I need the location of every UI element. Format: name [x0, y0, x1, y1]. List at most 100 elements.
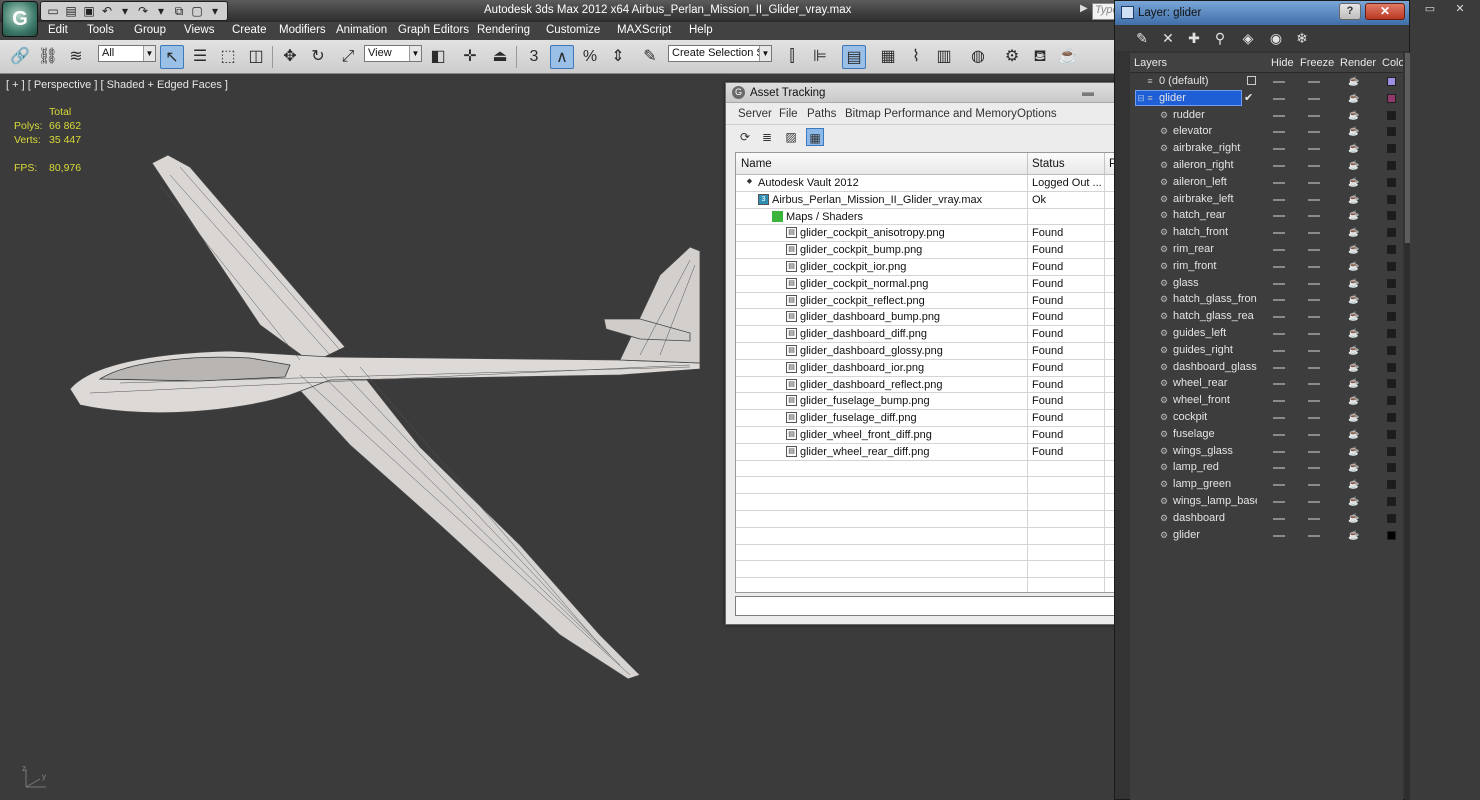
render-teapot-icon[interactable]: ☕ [1348, 244, 1359, 254]
layer-row[interactable]: ⚙ lamp_red ☕ [1130, 459, 1403, 476]
select-and-scale-icon[interactable]: ⤢ [336, 45, 360, 69]
asset-row[interactable]: ◆ Autodesk Vault 2012 Logged Out ... [736, 175, 1116, 192]
layer-row[interactable]: ⚙ airbrake_right ☕ [1130, 140, 1403, 157]
layer-color-swatch[interactable] [1387, 177, 1396, 187]
undo-dropdown-icon[interactable]: ▾ [117, 3, 133, 19]
layer-row[interactable]: ⚙ hatch_glass_rea ☕ [1130, 308, 1403, 325]
asset-row[interactable]: ▤ glider_cockpit_reflect.png Found [736, 292, 1116, 310]
asset-tracking-titlebar[interactable]: G Asset Tracking ▬ [726, 83, 1116, 103]
menu-item-graph-editors[interactable]: Graph Editors [398, 24, 469, 36]
hide-toggle[interactable] [1273, 433, 1285, 436]
hide-toggle[interactable] [1273, 534, 1285, 537]
asset-row[interactable]: ▤ glider_dashboard_bump.png Found [736, 309, 1116, 327]
layer-row[interactable]: ⚙ airbrake_left ☕ [1130, 191, 1403, 208]
asset-menu-server[interactable]: Server [738, 108, 772, 120]
menu-item-maxscript[interactable]: MAXScript [617, 24, 671, 36]
asset-path-field[interactable] [735, 596, 1116, 616]
layer-color-swatch[interactable] [1387, 429, 1396, 439]
asset-row[interactable]: ▤ glider_cockpit_anisotropy.png Found [736, 225, 1116, 243]
viewport-label-menu[interactable]: [ + ] [ Perspective ] [ Shaded + Edged F… [6, 79, 228, 91]
hide-toggle[interactable] [1273, 282, 1285, 285]
hide-toggle[interactable] [1273, 81, 1285, 83]
select-object-icon[interactable]: ↖ [160, 45, 184, 69]
thumbnail-view-icon[interactable]: ▨ [782, 128, 800, 146]
asset-row[interactable]: ▤ glider_dashboard_diff.png Found [736, 326, 1116, 344]
layer-color-swatch[interactable] [1387, 295, 1396, 305]
layer-row[interactable]: ⚙ wheel_rear ☕ [1130, 375, 1403, 392]
layer-color-swatch[interactable] [1387, 480, 1396, 490]
menu-item-edit[interactable]: Edit [48, 24, 68, 36]
freeze-toggle[interactable] [1308, 517, 1320, 520]
freeze-toggle[interactable] [1308, 433, 1320, 436]
hide-toggle[interactable] [1273, 131, 1285, 134]
column-hide-header[interactable]: Hide [1271, 57, 1294, 69]
rendered-frame-window-icon[interactable]: ⛾ [1028, 45, 1052, 69]
layer-color-swatch[interactable] [1387, 412, 1396, 422]
render-teapot-icon[interactable]: ☕ [1348, 143, 1359, 153]
customize-dropdown-icon[interactable]: ▾ [207, 3, 223, 19]
table-view-icon[interactable]: ▦ [806, 128, 824, 146]
asset-row[interactable]: ▤ glider_fuselage_diff.png Found [736, 410, 1116, 428]
column-layers-header[interactable]: Layers [1134, 57, 1167, 69]
layer-row[interactable]: ⚙ cockpit ☕ [1130, 409, 1403, 426]
asset-menu-options[interactable]: Options [1017, 108, 1057, 120]
hide-toggle[interactable] [1273, 97, 1285, 100]
render-teapot-icon[interactable]: ☕ [1348, 210, 1359, 220]
asset-row[interactable]: Maps / Shaders [736, 208, 1116, 226]
asset-row[interactable]: ▤ glider_wheel_rear_diff.png Found [736, 443, 1116, 461]
render-teapot-icon[interactable]: ☕ [1348, 194, 1359, 204]
layer-color-swatch[interactable] [1387, 160, 1396, 170]
layer-color-swatch[interactable] [1387, 93, 1396, 103]
freeze-toggle[interactable] [1308, 416, 1320, 419]
column-name-header[interactable]: Name [741, 158, 772, 170]
render-teapot-icon[interactable]: ☕ [1348, 530, 1359, 540]
column-freeze-header[interactable]: Freeze [1300, 57, 1334, 69]
layer-row[interactable]: ⚙ glass ☕ [1130, 275, 1403, 292]
layer-color-swatch[interactable] [1387, 396, 1396, 406]
freeze-toggle[interactable] [1308, 500, 1320, 503]
layer-color-swatch[interactable] [1387, 244, 1396, 254]
layer-color-swatch[interactable] [1387, 110, 1396, 120]
asset-row[interactable]: ▤ glider_dashboard_ior.png Found [736, 359, 1116, 377]
hide-toggle[interactable] [1273, 248, 1285, 251]
freeze-toggle[interactable] [1308, 366, 1320, 369]
freeze-toggle[interactable] [1308, 282, 1320, 285]
freeze-toggle[interactable] [1308, 349, 1320, 352]
hide-toggle[interactable] [1273, 181, 1285, 184]
hide-toggle[interactable] [1273, 215, 1285, 218]
column-color-header[interactable]: Color [1382, 57, 1403, 69]
window-crossing-icon[interactable]: ◫ [244, 45, 268, 69]
render-teapot-icon[interactable]: ☕ [1348, 479, 1359, 489]
close-icon[interactable]: ▬ [1082, 85, 1096, 99]
hide-toggle[interactable] [1273, 114, 1285, 117]
layer-color-swatch[interactable] [1387, 345, 1396, 355]
freeze-toggle[interactable] [1308, 232, 1320, 235]
layer-color-swatch[interactable] [1387, 362, 1396, 372]
minimize-window-icon[interactable]: ▭ [1420, 0, 1440, 18]
material-editor-icon[interactable]: ◍ [966, 45, 990, 69]
column-render-header[interactable]: Render [1340, 57, 1376, 69]
schematic-view-icon[interactable]: ▥ [932, 45, 956, 69]
hide-toggle[interactable] [1273, 484, 1285, 487]
asset-row[interactable]: ▤ glider_cockpit_bump.png Found [736, 242, 1116, 260]
select-and-link-icon[interactable]: 🔗 [8, 45, 32, 69]
layer-color-swatch[interactable] [1387, 530, 1396, 540]
render-teapot-icon[interactable]: ☕ [1348, 412, 1359, 422]
hide-toggle[interactable] [1273, 198, 1285, 201]
layer-row[interactable]: ⚙ wings_glass ☕ [1130, 443, 1403, 460]
layer-color-swatch[interactable] [1387, 127, 1396, 137]
hide-toggle[interactable] [1273, 517, 1285, 520]
layer-row[interactable]: ⚙ aileron_left ☕ [1130, 174, 1403, 191]
unlink-icon[interactable]: ⛓ [36, 45, 60, 69]
layer-color-swatch[interactable] [1387, 211, 1396, 221]
freeze-toggle[interactable] [1308, 467, 1320, 470]
freeze-all-layers-icon[interactable]: ❄ [1293, 29, 1311, 47]
menu-item-group[interactable]: Group [134, 24, 166, 36]
render-teapot-icon[interactable]: ☕ [1348, 395, 1359, 405]
layer-color-swatch[interactable] [1387, 77, 1396, 86]
layer-color-swatch[interactable] [1387, 379, 1396, 389]
delete-layer-icon[interactable]: ✕ [1159, 29, 1177, 47]
freeze-toggle[interactable] [1308, 198, 1320, 201]
render-teapot-icon[interactable]: ☕ [1348, 76, 1359, 86]
freeze-toggle[interactable] [1308, 534, 1320, 537]
